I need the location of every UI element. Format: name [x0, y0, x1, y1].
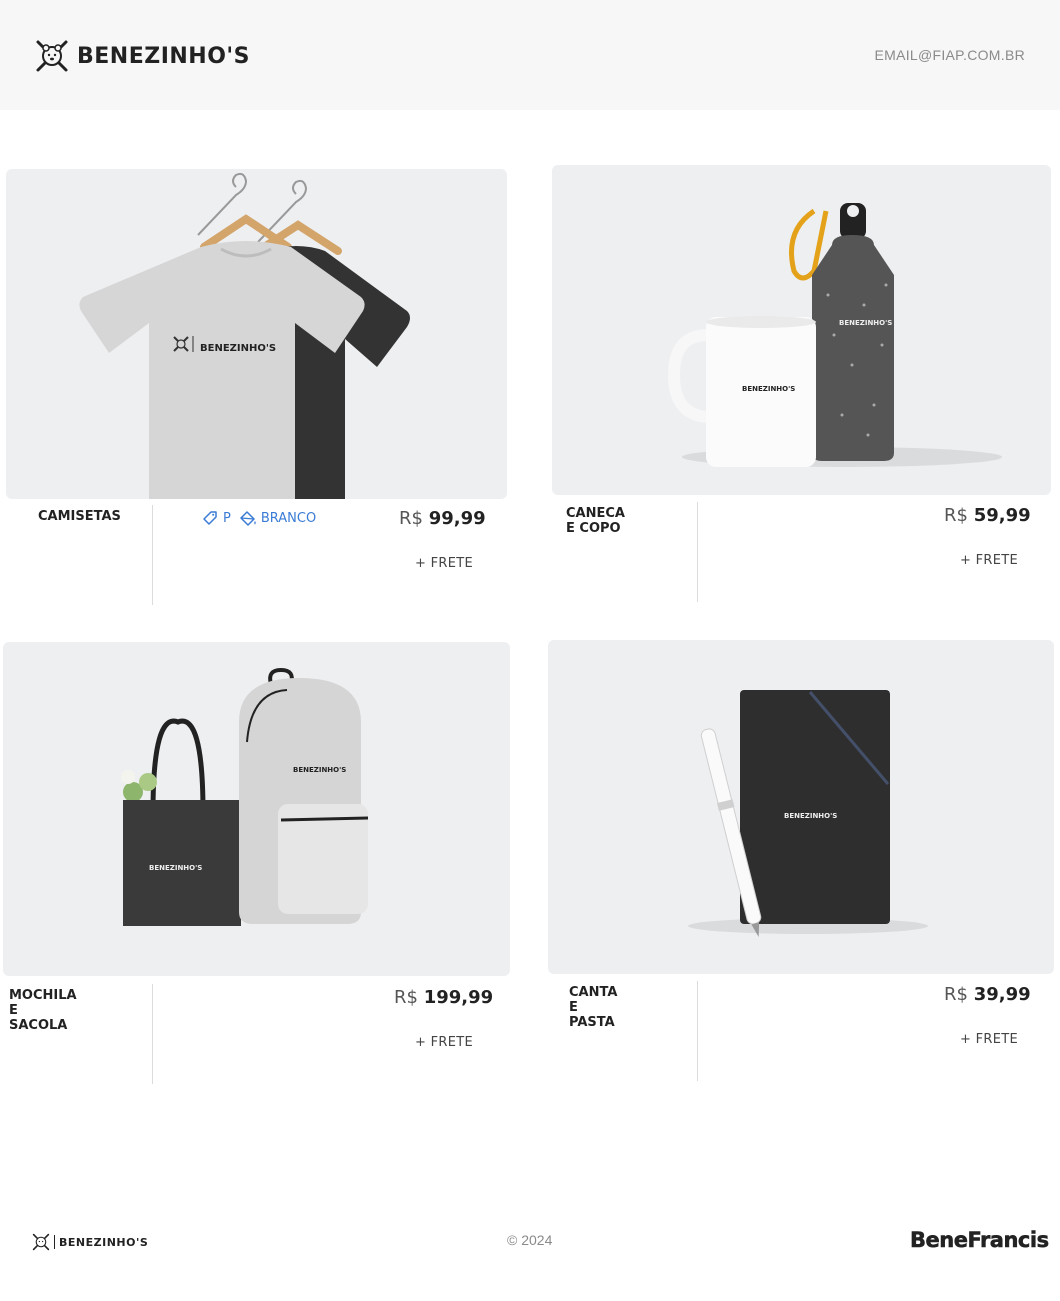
- bags-illustration: BENEZINHO'S BENEZINHO'S: [121, 667, 369, 926]
- tshirt-print-logo: BENEZINHO'S: [200, 343, 276, 354]
- brand-logo-link[interactable]: BENEZINHO'S: [35, 39, 250, 73]
- price-currency: R$: [944, 505, 968, 526]
- card-divider: [152, 505, 153, 605]
- product-price: R$ 99,99: [399, 508, 486, 529]
- header-email[interactable]: EMAIL@FIAP.COM.BR: [874, 47, 1025, 63]
- bottle-print-logo: BENEZINHO'S: [839, 319, 892, 327]
- variant-size: P: [223, 510, 231, 526]
- notebook-pen-illustration: BENEZINHO'S: [688, 690, 928, 937]
- product-price: R$ 59,99: [944, 505, 1031, 526]
- paint-bucket-icon: [240, 511, 256, 526]
- price-amount: 59,99: [973, 505, 1031, 526]
- product-title[interactable]: CAMISETAS: [38, 509, 121, 524]
- product-title[interactable]: CANECA E COPO: [566, 506, 625, 536]
- variant-options[interactable]: P BRANCO: [201, 509, 316, 527]
- product-image-notebook-pen[interactable]: BENEZINHO'S: [548, 640, 1054, 974]
- card-divider: [697, 981, 698, 1081]
- shipping-note: + FRETE: [415, 1035, 474, 1050]
- product-image-bags[interactable]: BENEZINHO'S BENEZINHO'S: [3, 642, 510, 976]
- shipping-note: + FRETE: [960, 1032, 1019, 1047]
- shipping-note: + FRETE: [960, 553, 1019, 568]
- variant-color: BRANCO: [260, 510, 317, 526]
- bear-crossed-bats-icon: [32, 1233, 50, 1251]
- footer-brand-logo[interactable]: BENEZINHO'S: [32, 1233, 148, 1251]
- tag-icon: [203, 511, 217, 525]
- shipping-note: + FRETE: [415, 556, 474, 571]
- footer-brand-name: BENEZINHO'S: [59, 1235, 149, 1249]
- site-header: BENEZINHO'S EMAIL@FIAP.COM.BR: [0, 0, 1060, 110]
- footer-copyright: © 2024: [507, 1232, 553, 1248]
- product-title[interactable]: MOCHILA E SACOLA: [9, 988, 77, 1033]
- card-divider: [152, 984, 153, 1084]
- product-price: R$ 39,99: [944, 984, 1031, 1005]
- product-price: R$ 199,99: [394, 987, 493, 1008]
- bear-crossed-bats-icon: [36, 40, 68, 72]
- price-amount: 39,99: [973, 984, 1031, 1005]
- product-image-tshirts[interactable]: BENEZINHO'S: [6, 169, 507, 499]
- price-amount: 99,99: [428, 508, 486, 529]
- card-divider: [697, 502, 698, 602]
- tshirts-illustration: BENEZINHO'S: [79, 172, 410, 499]
- mug-print-logo: BENEZINHO'S: [742, 385, 795, 393]
- brand-name: BENEZINHO'S: [77, 43, 250, 69]
- product-title[interactable]: CANTA E PASTA: [569, 985, 617, 1030]
- product-image-mug-bottle[interactable]: BENEZINHO'S BENEZINHO'S: [552, 165, 1051, 495]
- backpack-print-logo: BENEZINHO'S: [293, 766, 346, 774]
- mug-bottle-illustration: BENEZINHO'S BENEZINHO'S: [667, 203, 1002, 467]
- tote-print-logo: BENEZINHO'S: [149, 864, 202, 872]
- price-currency: R$: [944, 984, 968, 1005]
- price-currency: R$: [394, 987, 418, 1008]
- partner-logo[interactable]: BeneFrancis: [910, 1228, 1050, 1253]
- footer-logo-separator: [54, 1235, 55, 1249]
- price-currency: R$: [399, 508, 423, 529]
- notebook-print-logo: BENEZINHO'S: [784, 812, 837, 820]
- price-amount: 199,99: [423, 987, 494, 1008]
